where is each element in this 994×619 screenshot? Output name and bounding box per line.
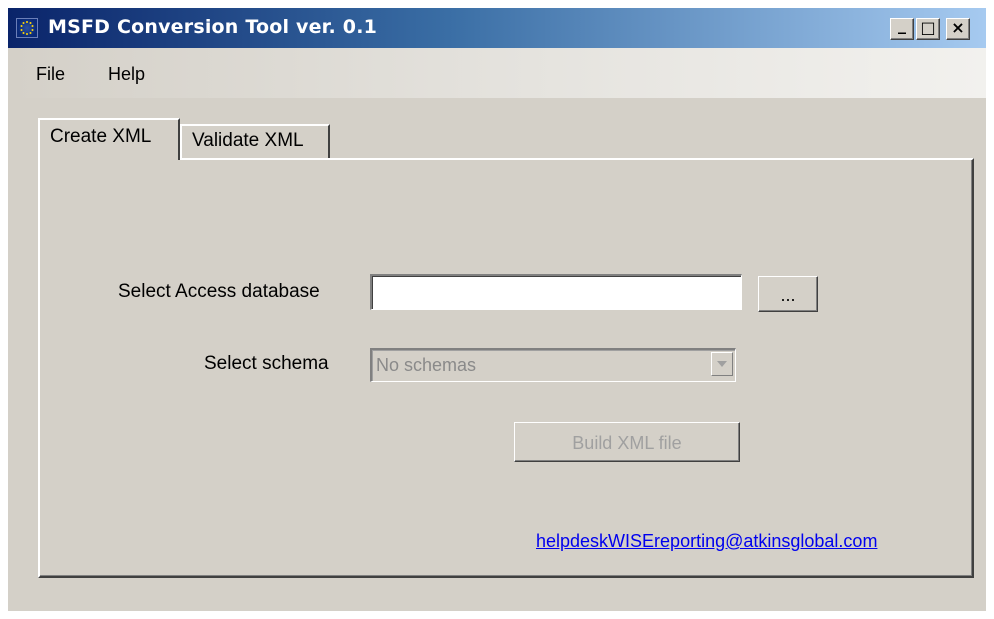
window-title: MSFD Conversion Tool ver. 0.1 — [48, 16, 378, 38]
close-button[interactable]: × — [946, 18, 970, 40]
eu-flag-icon — [16, 18, 38, 38]
maximize-button[interactable]: □ — [916, 18, 940, 40]
tab-label: Validate XML — [192, 130, 304, 151]
build-xml-label: Build XML file — [572, 433, 682, 453]
schema-label: Select schema — [204, 353, 329, 374]
schema-select[interactable]: No schemas — [370, 348, 736, 382]
schema-select-value: No schemas — [376, 355, 477, 375]
menu-help[interactable]: Help — [108, 64, 145, 85]
title-bar[interactable]: MSFD Conversion Tool ver. 0.1 _ □ × — [8, 8, 986, 48]
tab-create-xml[interactable]: Create XML — [38, 118, 180, 160]
browse-button[interactable]: ... — [758, 276, 818, 312]
database-label: Select Access database — [118, 281, 320, 302]
helpdesk-email-link[interactable]: helpdeskWISEreporting@atkinsglobal.com — [536, 531, 877, 552]
database-path-input[interactable] — [370, 274, 742, 310]
build-xml-button[interactable]: Build XML file — [514, 422, 740, 462]
app-window: MSFD Conversion Tool ver. 0.1 _ □ × File… — [8, 8, 986, 611]
minimize-icon: _ — [898, 15, 906, 34]
close-icon: × — [951, 18, 965, 37]
tab-label: Create XML — [50, 126, 152, 147]
browse-label: ... — [780, 285, 796, 305]
menu-bar: File Help — [8, 48, 986, 98]
menu-file[interactable]: File — [36, 64, 65, 85]
minimize-button[interactable]: _ — [890, 15, 914, 40]
chevron-down-icon[interactable] — [711, 352, 733, 376]
tab-validate-xml[interactable]: Validate XML — [180, 124, 330, 158]
maximize-icon: □ — [920, 18, 936, 37]
